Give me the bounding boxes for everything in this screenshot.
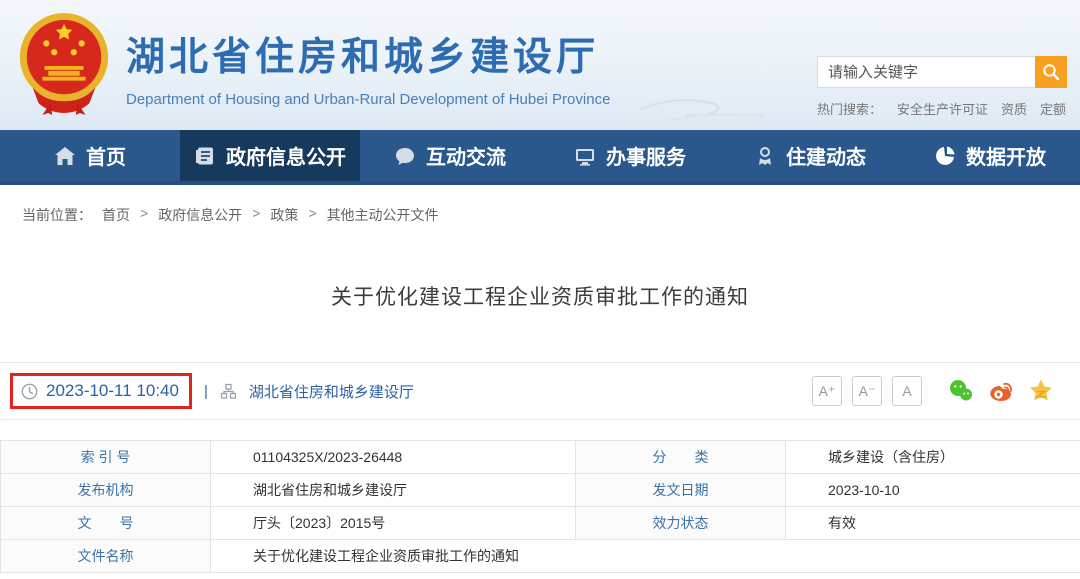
meta-value-doc-number: 厅头〔2023〕2015号: [211, 507, 576, 540]
meta-separator: |: [204, 383, 208, 400]
font-smaller-button[interactable]: A⁻: [852, 376, 882, 406]
nav-item-label: 数据开放: [966, 141, 1046, 170]
weibo-share-icon[interactable]: [988, 378, 1014, 404]
site-header: 湖北省住房和城乡建设厅 Department of Housing and Ur…: [0, 0, 1080, 130]
organization-icon: [220, 383, 237, 400]
search-icon: [1042, 63, 1060, 81]
nav-item-gov-info[interactable]: 政府信息公开: [180, 130, 360, 181]
qzone-share-icon[interactable]: [1028, 378, 1054, 404]
breadcrumb-link-gov-info[interactable]: 政府信息公开: [158, 205, 242, 225]
nav-item-services[interactable]: 办事服务: [540, 130, 720, 181]
meta-label-doc-title: 文件名称: [1, 540, 211, 573]
meta-label-validity: 效力状态: [576, 507, 786, 540]
share-icons: [948, 378, 1054, 404]
nav-item-interaction[interactable]: 互动交流: [360, 130, 540, 181]
publish-time: 2023-10-11 10:40: [46, 381, 179, 401]
site-title: 湖北省住房和城乡建设厅: [126, 26, 610, 82]
annotation-red-box: 2023-10-11 10:40: [10, 373, 192, 409]
search-button[interactable]: [1035, 56, 1067, 88]
document-meta-table: 索 引 号 01104325X/2023-26448 分 类 城乡建设（含住房）…: [0, 440, 1080, 573]
nav-item-label: 首页: [86, 141, 126, 170]
hot-search-link[interactable]: 资质: [1001, 99, 1027, 118]
article-title: 关于优化建设工程企业资质审批工作的通知: [0, 281, 1080, 311]
breadcrumb: 当前位置： 首页 > 政府信息公开 > 政策 > 其他主动公开文件: [0, 185, 1080, 225]
meta-value-validity: 有效: [786, 507, 1080, 540]
nav-item-label: 互动交流: [426, 141, 506, 170]
pie-chart-icon: [934, 145, 956, 167]
home-icon: [54, 145, 76, 167]
hot-search-link[interactable]: 安全生产许可证: [897, 99, 988, 118]
site-subtitle: Department of Housing and Urban-Rural De…: [126, 91, 610, 108]
breadcrumb-link-other-docs[interactable]: 其他主动公开文件: [327, 205, 439, 225]
table-row: 发布机构 湖北省住房和城乡建设厅 发文日期 2023-10-10: [1, 474, 1080, 507]
monitor-icon: [574, 145, 596, 167]
wechat-share-icon[interactable]: [948, 378, 974, 404]
chat-bubble-icon: [394, 145, 416, 167]
hot-search-bar: 热门搜索： 安全生产许可证 资质 定额: [817, 99, 1067, 118]
search-input[interactable]: [817, 56, 1035, 88]
nav-item-news[interactable]: 住建动态: [720, 130, 900, 181]
meta-right-group: A⁺ A⁻ A: [812, 376, 1054, 406]
hot-search-label: 热门搜索：: [817, 99, 882, 118]
hot-search-link[interactable]: 定额: [1040, 99, 1066, 118]
main-nav: 首页 政府信息公开 互动交流 办事服务 住建动态 数据开放: [0, 130, 1080, 185]
cloud-decoration: [628, 92, 778, 126]
meta-value-issue-date: 2023-10-10: [786, 474, 1080, 507]
search-area: 热门搜索： 安全生产许可证 资质 定额: [817, 56, 1067, 118]
breadcrumb-separator: >: [252, 205, 260, 225]
site-identity: 湖北省住房和城乡建设厅 Department of Housing and Ur…: [126, 26, 610, 108]
meta-value-category: 城乡建设（含住房）: [786, 441, 1080, 474]
meta-value-doc-title: 关于优化建设工程企业资质审批工作的通知: [211, 540, 1080, 573]
nav-item-label: 政府信息公开: [226, 141, 346, 170]
breadcrumb-link-policy[interactable]: 政策: [270, 205, 298, 225]
meta-label-publisher: 发布机构: [1, 474, 211, 507]
nav-item-label: 住建动态: [786, 141, 866, 170]
nav-item-home[interactable]: 首页: [0, 130, 180, 181]
table-row: 文件名称 关于优化建设工程企业资质审批工作的通知: [1, 540, 1080, 573]
table-row: 文 号 厅头〔2023〕2015号 效力状态 有效: [1, 507, 1080, 540]
clock-icon: [21, 383, 38, 400]
person-badge-icon: [754, 145, 776, 167]
meta-label-doc-number: 文 号: [1, 507, 211, 540]
document-icon: [194, 145, 216, 167]
breadcrumb-separator: >: [140, 205, 148, 225]
meta-label-issue-date: 发文日期: [576, 474, 786, 507]
breadcrumb-label: 当前位置：: [22, 205, 92, 225]
breadcrumb-link-home[interactable]: 首页: [102, 205, 130, 225]
breadcrumb-separator: >: [308, 205, 316, 225]
article-meta-strip: 2023-10-11 10:40 | 湖北省住房和城乡建设厅 A⁺ A⁻ A: [0, 362, 1080, 420]
national-emblem-logo: [15, 11, 113, 115]
nav-item-label: 办事服务: [606, 141, 686, 170]
meta-value-index-number: 01104325X/2023-26448: [211, 441, 576, 474]
nav-item-open-data[interactable]: 数据开放: [900, 130, 1080, 181]
meta-label-category: 分 类: [576, 441, 786, 474]
font-reset-button[interactable]: A: [892, 376, 922, 406]
font-larger-button[interactable]: A⁺: [812, 376, 842, 406]
table-row: 索 引 号 01104325X/2023-26448 分 类 城乡建设（含住房）: [1, 441, 1080, 474]
meta-label-index-number: 索 引 号: [1, 441, 211, 474]
article-source[interactable]: 湖北省住房和城乡建设厅: [249, 381, 414, 402]
meta-left-group: 2023-10-11 10:40 | 湖北省住房和城乡建设厅: [10, 373, 414, 409]
meta-value-publisher: 湖北省住房和城乡建设厅: [211, 474, 576, 507]
